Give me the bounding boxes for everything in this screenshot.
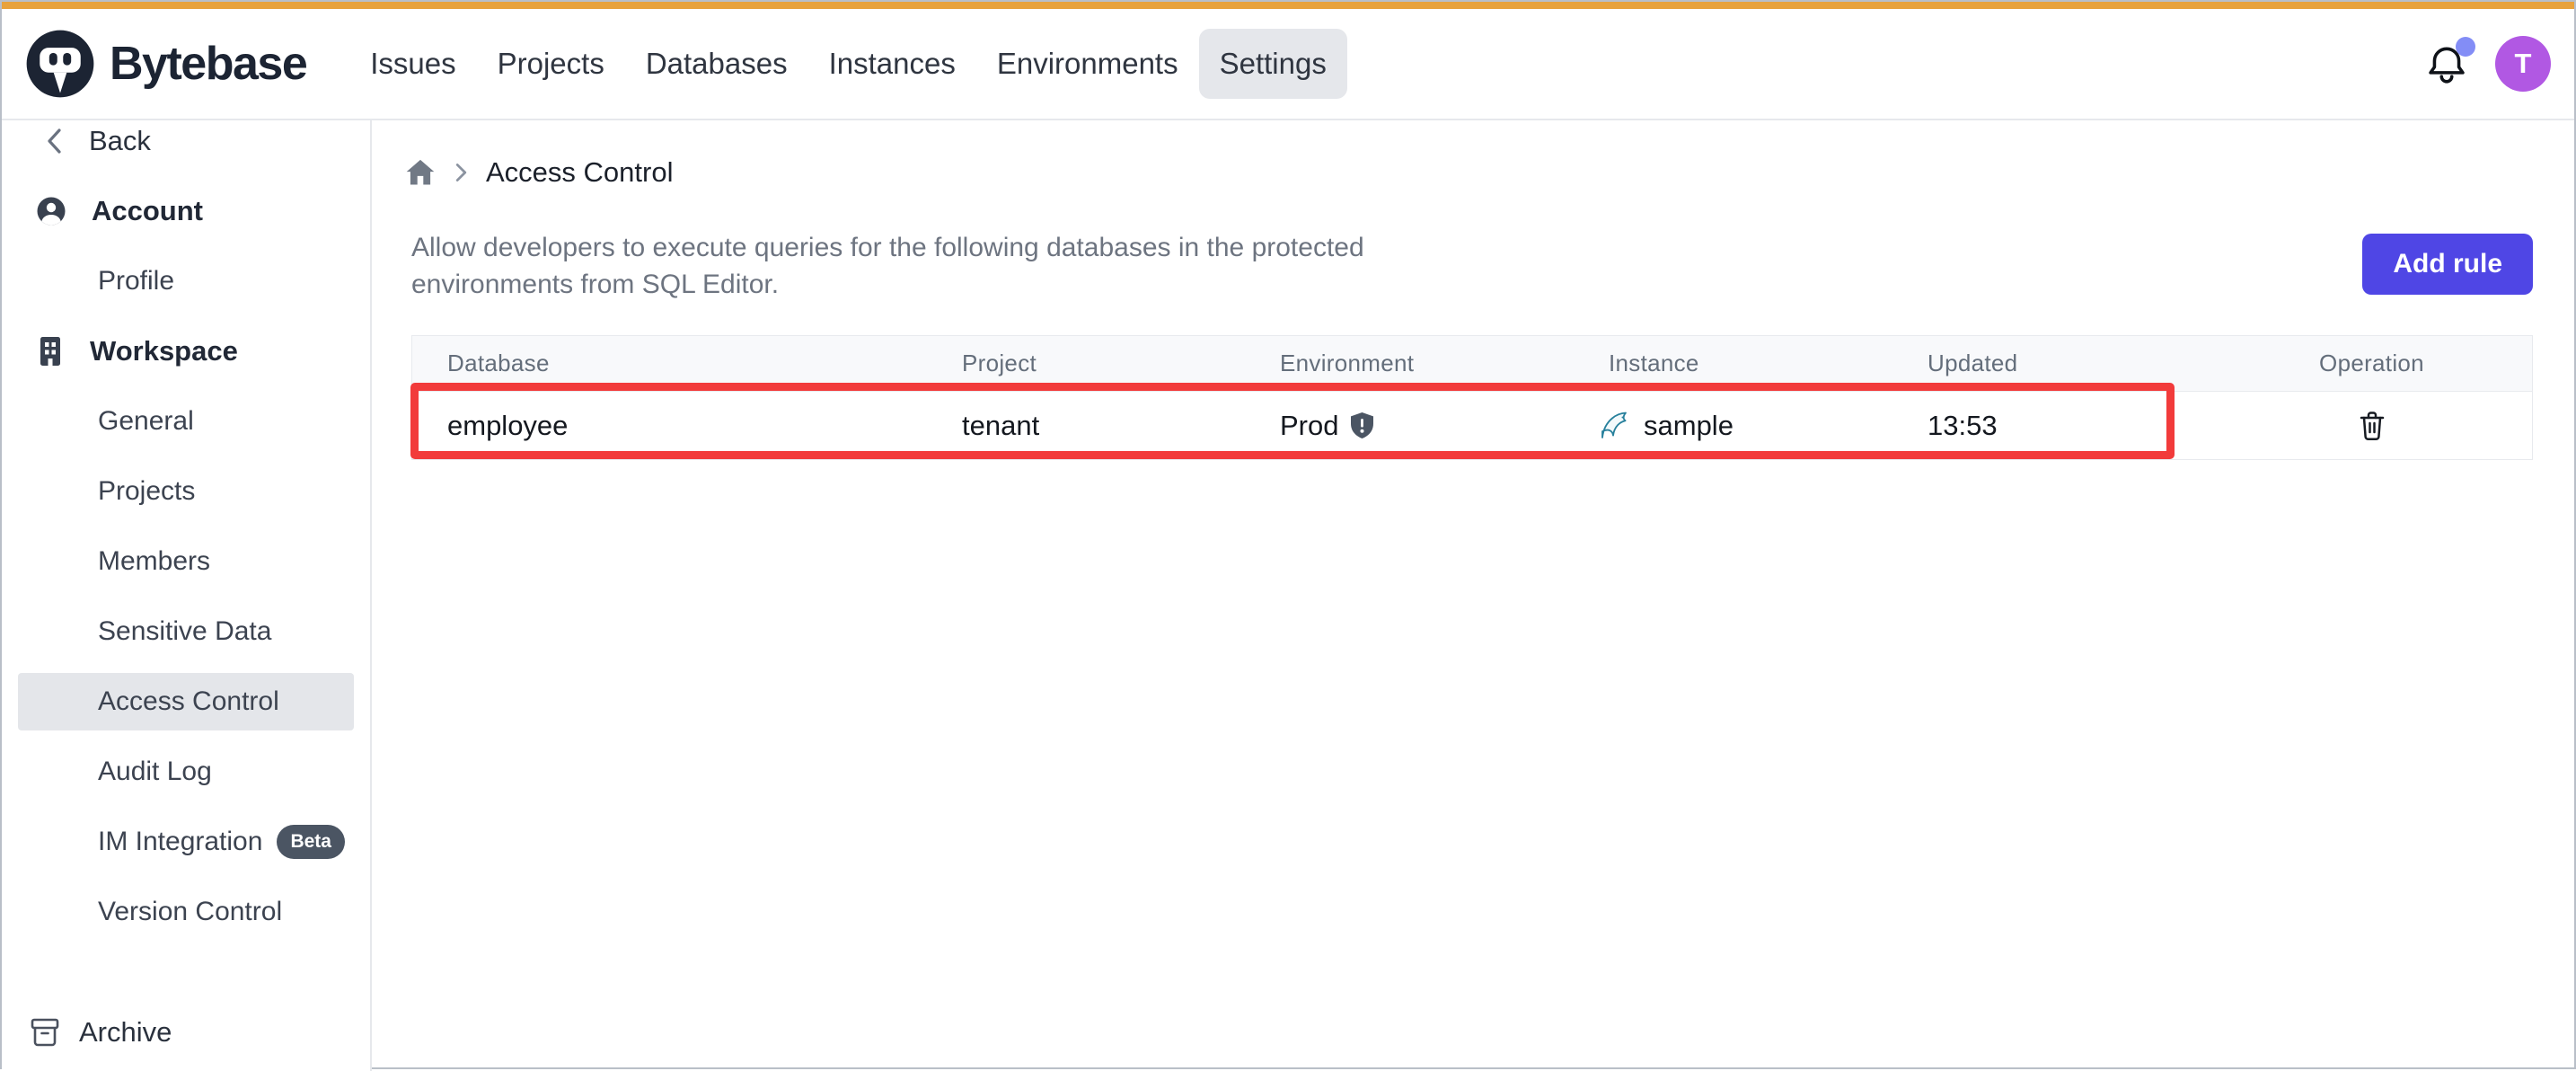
- sidebar-back-button[interactable]: Back: [2, 120, 370, 176]
- chevron-right-icon: [454, 162, 468, 183]
- avatar-initial: T: [2515, 48, 2532, 80]
- description-line: Allow developers to execute queries for …: [411, 229, 1364, 266]
- nav-instances[interactable]: Instances: [808, 29, 976, 99]
- section-label: Workspace: [90, 335, 238, 367]
- sidebar-list: Back Account Profile: [2, 120, 370, 947]
- sidebar-item-version-control[interactable]: Version Control: [2, 877, 370, 947]
- sidebar-item-im-integration[interactable]: IM Integration Beta: [2, 807, 370, 877]
- bytebase-logo-icon: [25, 29, 95, 99]
- main-nav: Issues Projects Databases Instances Envi…: [349, 29, 1347, 99]
- sidebar-item-profile[interactable]: Profile: [2, 246, 370, 316]
- user-avatar[interactable]: T: [2495, 36, 2551, 92]
- section-label: Account: [92, 195, 203, 227]
- add-rule-button[interactable]: Add rule: [2362, 234, 2533, 295]
- project-cell: tenant: [927, 410, 1245, 442]
- table-row: employee tenant Prod sample: [412, 392, 2532, 459]
- sidebar-item-general[interactable]: General: [2, 386, 370, 456]
- bytebase-logo[interactable]: Bytebase: [25, 29, 306, 99]
- trash-icon: [2359, 411, 2386, 441]
- top-accent-stripe: [2, 2, 2574, 9]
- building-icon: [36, 335, 65, 367]
- item-label: Profile: [98, 266, 174, 297]
- column-header-operation: Operation: [2211, 350, 2532, 377]
- nav-projects[interactable]: Projects: [477, 29, 625, 99]
- description-line: environments from SQL Editor.: [411, 266, 1364, 303]
- main-content: Access Control Allow developers to execu…: [372, 120, 2574, 1067]
- item-label: Audit Log: [98, 757, 212, 787]
- sidebar-item-archive[interactable]: Archive: [2, 997, 370, 1067]
- nav-databases[interactable]: Databases: [625, 29, 808, 99]
- delete-rule-button[interactable]: [2359, 411, 2386, 441]
- updated-cell: 13:53: [1892, 410, 2211, 442]
- column-header-database: Database: [412, 350, 927, 377]
- page-description: Allow developers to execute queries for …: [411, 229, 1364, 303]
- breadcrumb-current: Access Control: [486, 156, 673, 189]
- chevron-left-icon: [44, 128, 64, 155]
- app-window: Bytebase Issues Projects Databases Insta…: [0, 0, 2576, 1069]
- sidebar-item-access-control[interactable]: Access Control: [18, 673, 354, 730]
- top-navbar: Bytebase Issues Projects Databases Insta…: [2, 9, 2574, 120]
- breadcrumb: Access Control: [404, 153, 673, 192]
- item-label: Projects: [98, 476, 195, 507]
- archive-label: Archive: [79, 1016, 172, 1049]
- back-label: Back: [89, 125, 151, 157]
- item-label: Access Control: [98, 686, 279, 717]
- nav-settings[interactable]: Settings: [1199, 29, 1347, 99]
- sidebar-section-account: Account: [2, 176, 370, 246]
- item-label: Sensitive Data: [98, 616, 271, 647]
- archive-icon: [29, 1016, 61, 1049]
- notification-dot: [2456, 37, 2475, 57]
- environment-label: Prod: [1280, 410, 1338, 442]
- nav-environments[interactable]: Environments: [976, 29, 1199, 99]
- environment-cell: Prod: [1245, 410, 1574, 442]
- table-header-row: Database Project Environment Instance Up…: [412, 336, 2532, 392]
- brand-name: Bytebase: [110, 37, 306, 91]
- topbar-right: T: [2425, 9, 2551, 119]
- column-header-updated: Updated: [1892, 350, 2211, 377]
- settings-sidebar: Back Account Profile: [2, 120, 372, 1071]
- sidebar-item-projects[interactable]: Projects: [2, 456, 370, 527]
- column-header-instance: Instance: [1574, 350, 1892, 377]
- column-header-environment: Environment: [1245, 350, 1574, 377]
- user-icon: [36, 196, 66, 226]
- instance-cell: sample: [1574, 406, 1892, 446]
- sidebar-item-audit-log[interactable]: Audit Log: [2, 737, 370, 807]
- item-label: IM Integration: [98, 827, 262, 857]
- database-cell: employee: [412, 410, 927, 442]
- protected-shield-icon: [1350, 412, 1374, 439]
- sidebar-item-members[interactable]: Members: [2, 527, 370, 597]
- mysql-engine-icon: [1596, 406, 1636, 446]
- operation-cell: [2211, 411, 2532, 441]
- item-label: Version Control: [98, 897, 282, 927]
- home-icon[interactable]: [404, 156, 437, 189]
- notifications-button[interactable]: [2425, 42, 2468, 85]
- access-rules-table: Database Project Environment Instance Up…: [411, 335, 2533, 460]
- beta-badge: Beta: [277, 825, 345, 859]
- nav-issues[interactable]: Issues: [349, 29, 476, 99]
- column-header-project: Project: [927, 350, 1245, 377]
- item-label: General: [98, 406, 194, 437]
- item-label: Members: [98, 546, 210, 577]
- sidebar-section-workspace: Workspace: [2, 316, 370, 386]
- instance-label: sample: [1644, 410, 1734, 442]
- sidebar-item-sensitive-data[interactable]: Sensitive Data: [2, 597, 370, 667]
